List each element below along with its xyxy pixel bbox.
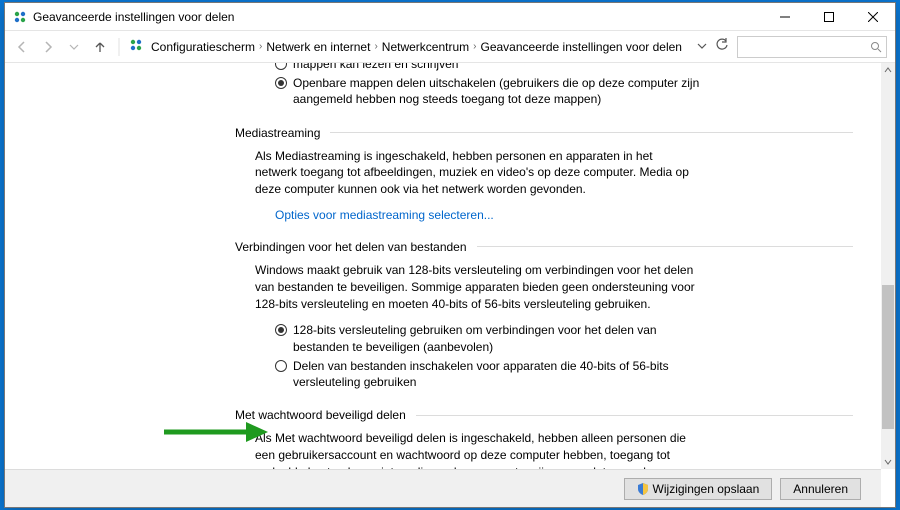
window: Geavanceerde instellingen voor delen Con… xyxy=(4,2,896,508)
forward-button[interactable] xyxy=(39,38,57,56)
crumb-netwerkcentrum[interactable]: Netwerkcentrum xyxy=(382,40,469,54)
annotation-arrow xyxy=(160,418,270,449)
media-options-link[interactable]: Opties voor mediastreaming selecteren... xyxy=(275,208,853,222)
recent-dropdown-icon[interactable] xyxy=(65,38,83,56)
address-bar: Configuratiescherm › Netwerk en internet… xyxy=(5,31,895,63)
crumb-netwerk-internet[interactable]: Netwerk en internet xyxy=(266,40,370,54)
option-label: Delen van bestanden inschakelen voor app… xyxy=(293,358,713,390)
section-file-connections: Verbindingen voor het delen van bestande… xyxy=(235,240,853,254)
refresh-button[interactable] xyxy=(715,38,729,55)
up-button[interactable] xyxy=(91,38,109,56)
divider xyxy=(330,132,853,133)
divider xyxy=(416,415,853,416)
app-icon xyxy=(13,10,27,24)
crumb-configuratiescherm[interactable]: Configuratiescherm xyxy=(151,40,255,54)
pw-description: Als Met wachtwoord beveiligd delen is in… xyxy=(255,430,695,469)
title-bar: Geavanceerde instellingen voor delen xyxy=(5,3,895,31)
breadcrumb: Configuratiescherm › Netwerk en internet… xyxy=(151,40,685,54)
section-heading: Mediastreaming xyxy=(235,126,320,140)
maximize-button[interactable] xyxy=(807,3,851,31)
scroll-viewport: mappen kan lezen en schrijven Openbare m… xyxy=(5,63,881,469)
radio-128bit[interactable] xyxy=(275,324,287,336)
shield-icon xyxy=(637,483,649,495)
address-dropdown-icon[interactable] xyxy=(697,40,707,54)
chevron-right-icon: › xyxy=(374,41,377,52)
cancel-button-label: Annuleren xyxy=(793,482,848,496)
close-button[interactable] xyxy=(851,3,895,31)
scroll-track[interactable] xyxy=(881,77,895,455)
section-heading: Verbindingen voor het delen van bestande… xyxy=(235,240,467,254)
address-separator xyxy=(117,36,121,58)
scroll-thumb[interactable] xyxy=(882,285,894,429)
search-input[interactable] xyxy=(737,36,887,58)
scroll-down-button[interactable] xyxy=(881,455,895,469)
vertical-scrollbar[interactable] xyxy=(881,63,895,469)
search-icon xyxy=(870,41,882,53)
location-icon xyxy=(129,38,143,55)
option-label: mappen kan lezen en schrijven xyxy=(293,63,458,72)
conn-description: Windows maakt gebruik van 128-bits versl… xyxy=(255,262,695,312)
crumb-geavanceerde[interactable]: Geavanceerde instellingen voor delen xyxy=(481,40,682,54)
option-label: Openbare mappen delen uitschakelen (gebr… xyxy=(293,75,723,107)
divider xyxy=(477,246,853,247)
chevron-right-icon: › xyxy=(473,41,476,52)
save-button-label: Wijzigingen opslaan xyxy=(653,482,760,496)
media-description: Als Mediastreaming is ingeschakeld, hebb… xyxy=(255,148,695,198)
radio-public-off[interactable] xyxy=(275,77,287,89)
back-button[interactable] xyxy=(13,38,31,56)
section-mediastreaming: Mediastreaming xyxy=(235,126,853,140)
section-password-sharing: Met wachtwoord beveiligd delen xyxy=(235,408,853,422)
save-button[interactable]: Wijzigingen opslaan xyxy=(624,478,773,500)
cancel-button[interactable]: Annuleren xyxy=(780,478,861,500)
radio-public-on[interactable] xyxy=(275,63,287,70)
radio-40-56bit[interactable] xyxy=(275,360,287,372)
button-bar: Wijzigingen opslaan Annuleren xyxy=(5,469,881,507)
window-title: Geavanceerde instellingen voor delen xyxy=(33,10,234,24)
scroll-up-button[interactable] xyxy=(881,63,895,77)
chevron-right-icon: › xyxy=(259,41,262,52)
content-area: mappen kan lezen en schrijven Openbare m… xyxy=(5,63,895,507)
option-label: 128-bits versleuteling gebruiken om verb… xyxy=(293,322,713,354)
minimize-button[interactable] xyxy=(763,3,807,31)
